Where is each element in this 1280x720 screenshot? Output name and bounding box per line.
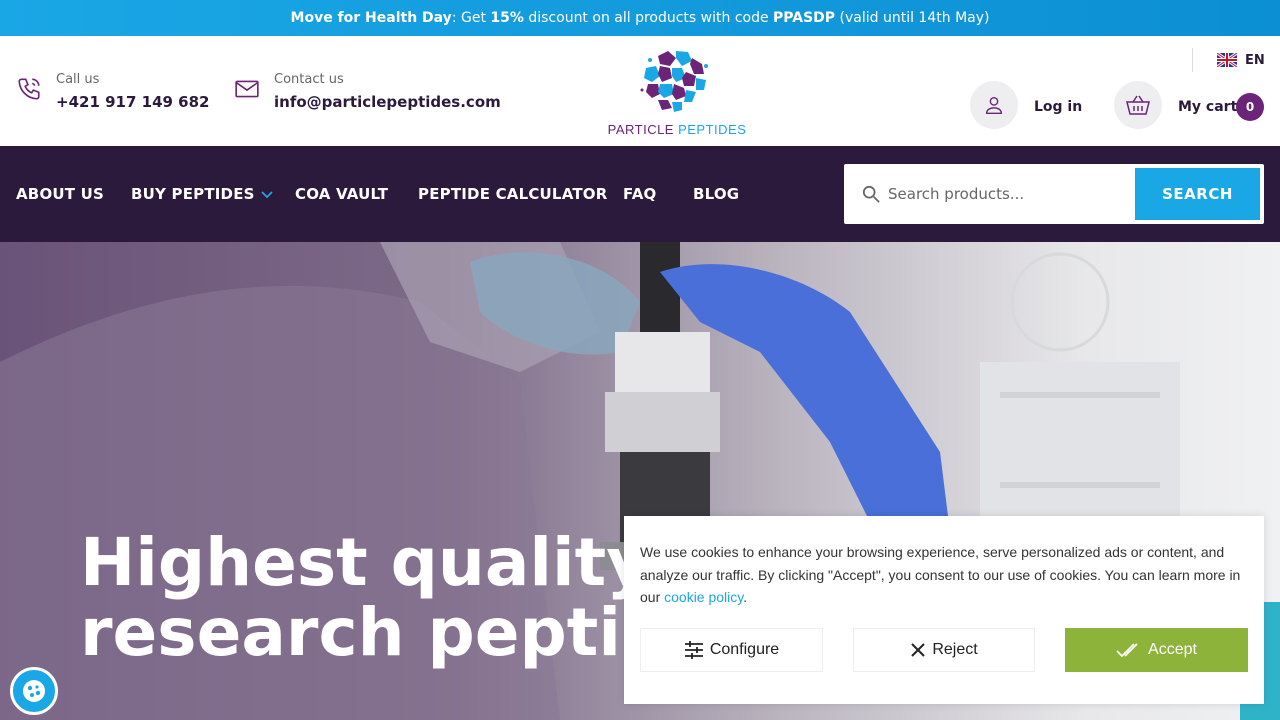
language-code: EN [1245,52,1265,68]
cart-count-badge: 0 [1236,93,1264,121]
contact-us-label: Contact us [274,72,344,87]
search-button[interactable]: SEARCH [1135,168,1260,220]
logo-text: PARTICLE PEPTIDES [586,122,768,137]
uk-flag-icon [1217,53,1237,67]
peptide-sphere-icon [640,47,710,115]
promo-text: : Get [451,10,491,26]
sliders-icon [684,641,703,659]
nav-peptide-calculator[interactable]: PEPTIDE CALCULATOR [418,185,607,203]
nav-about-us[interactable]: ABOUT US [16,185,104,203]
reject-label: Reject [932,641,978,658]
user-icon [985,96,1003,114]
call-us-label: Call us [56,72,100,87]
phone-number[interactable]: +421 917 149 682 [56,93,209,111]
cookie-settings-button[interactable] [10,667,58,715]
nav-faq[interactable]: FAQ [623,185,657,203]
site-logo[interactable]: PARTICLE PEPTIDES [586,46,768,138]
phone-icon [18,78,40,100]
nav-blog[interactable]: BLOG [693,185,739,203]
chevron-down-icon [261,190,273,198]
cart-button[interactable] [1114,81,1162,129]
search-input[interactable] [888,178,1128,210]
call-us[interactable]: Call us +421 917 149 682 [16,72,209,111]
configure-label: Configure [709,641,780,658]
basket-icon [1126,95,1150,115]
accept-label: Accept [1148,641,1197,658]
configure-button[interactable]: Configure [640,628,823,672]
promo-text: discount on all products with code [523,10,774,26]
accept-button[interactable]: Accept [1065,628,1248,672]
login-button[interactable] [970,81,1018,129]
search-bar: SEARCH [844,164,1264,224]
reject-button[interactable]: Reject [853,628,1035,672]
main-nav: ABOUT US BUY PEPTIDES COA VAULT PEPTIDE … [0,146,1280,242]
contact-us[interactable]: Contact us info@particlepeptides.com [234,72,501,111]
site-header: Call us +421 917 149 682 Contact us info… [0,36,1280,146]
cookie-message-end: . [743,589,748,605]
promo-text: (valid until 14th May) [835,10,990,26]
promo-bar: Move for Health Day : Get 15% discount o… [0,0,1280,36]
logo-text-particle: PARTICLE [607,122,679,137]
search-icon [862,185,880,203]
login-link[interactable]: Log in [1034,99,1082,115]
mail-icon [235,80,259,98]
cookie-text: We use cookies to enhance your browsing … [640,541,1250,609]
nav-coa-vault[interactable]: COA VAULT [295,185,388,203]
email-address[interactable]: info@particlepeptides.com [274,93,501,111]
promo-event: Move for Health Day [290,10,452,26]
double-check-icon [1116,643,1138,658]
cookie-banner: We use cookies to enhance your browsing … [624,516,1264,704]
logo-text-peptides: PEPTIDES [678,122,747,137]
cart-link[interactable]: My cart [1178,99,1237,115]
nav-buy-peptides-label: BUY PEPTIDES [131,185,255,203]
cookie-icon [23,680,45,702]
nav-buy-peptides[interactable]: BUY PEPTIDES [131,185,273,203]
cookie-policy-link[interactable]: cookie policy [664,589,743,605]
language-selector[interactable]: EN [1192,48,1265,72]
close-icon [911,643,926,657]
promo-code: PPASDP [773,10,836,26]
promo-discount: 15% [490,10,524,26]
